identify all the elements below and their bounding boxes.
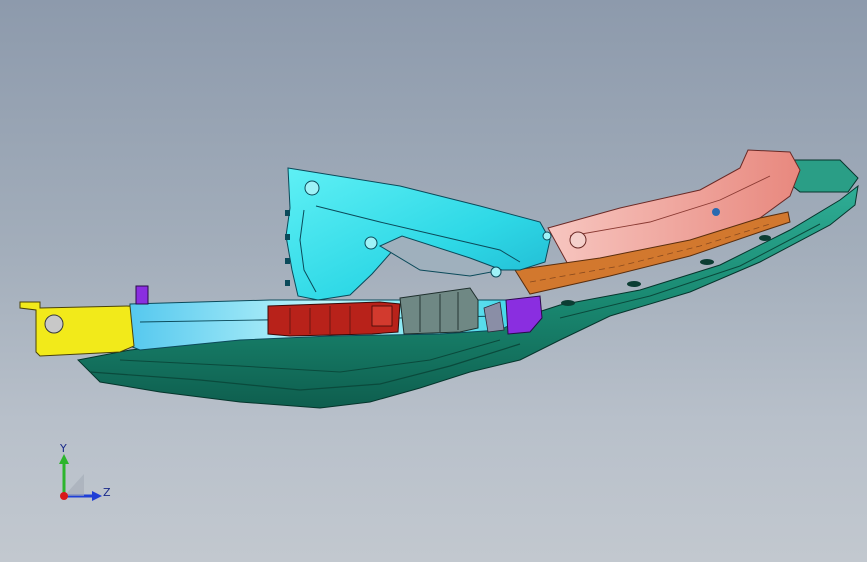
z-axis-label: Z (103, 486, 111, 499)
car-body-rail-model[interactable] (0, 0, 867, 562)
front-bracket[interactable] (19, 301, 135, 357)
y-axis-label: Y (60, 442, 67, 455)
origin-marker (60, 492, 68, 500)
y-axis-arrowhead (59, 454, 69, 464)
axis-triad: Y Z (50, 440, 120, 510)
z-axis-arrowhead (92, 491, 102, 501)
mid-bracket[interactable] (399, 287, 505, 335)
triad-plane (64, 474, 84, 496)
shock-tower-panel[interactable] (285, 167, 552, 301)
crossmember-section[interactable] (267, 301, 401, 337)
cad-viewport[interactable]: Y Z (0, 0, 867, 562)
